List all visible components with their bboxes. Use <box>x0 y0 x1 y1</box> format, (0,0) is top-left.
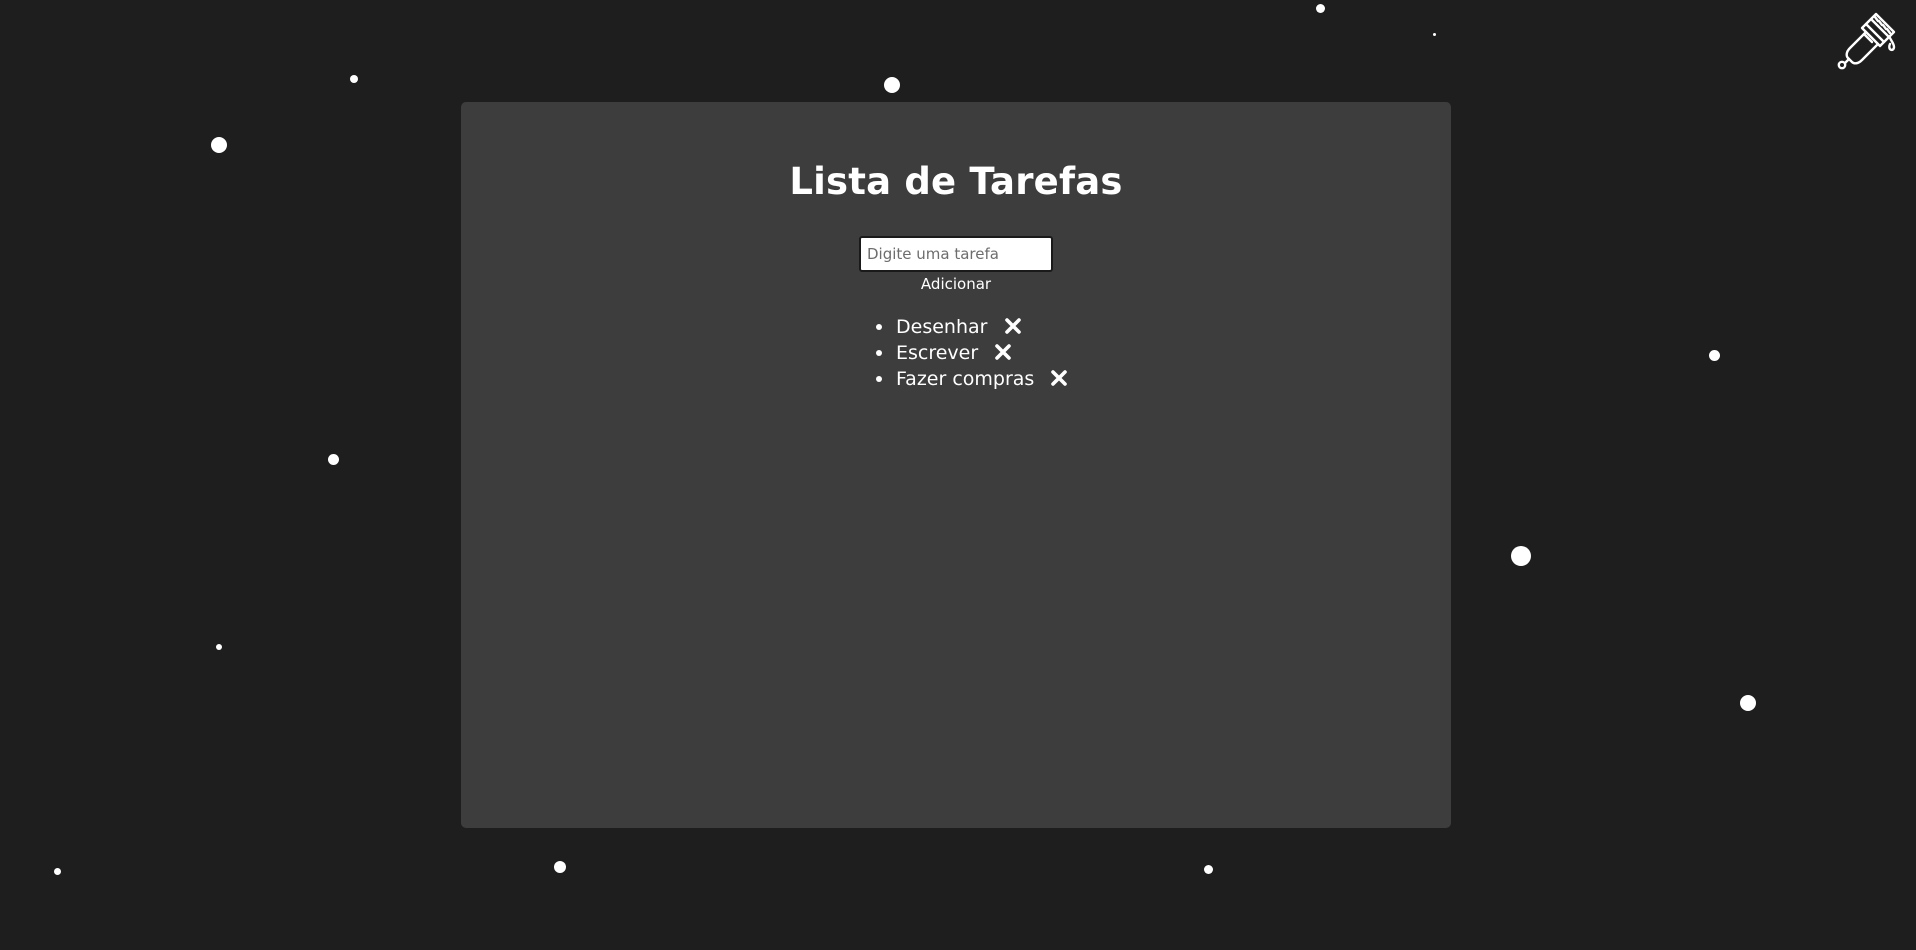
task-label: Fazer compras <box>896 368 1035 390</box>
add-task-button-label: Adicionar <box>920 275 992 293</box>
star-icon <box>328 454 339 465</box>
star-icon <box>1511 546 1531 566</box>
remove-task-button[interactable] <box>1004 316 1022 334</box>
bullet-icon <box>876 376 882 382</box>
remove-task-button[interactable] <box>1050 368 1068 386</box>
todo-panel: Lista de Tarefas Adicionar Desenhar Escr… <box>461 102 1451 828</box>
star-icon <box>211 137 227 153</box>
bullet-icon <box>876 350 882 356</box>
star-icon <box>1433 33 1436 36</box>
star-icon <box>54 868 61 875</box>
star-icon <box>350 75 358 83</box>
task-item: Fazer compras <box>876 366 1068 392</box>
star-icon <box>1204 865 1213 874</box>
paint-brush-icon <box>1837 12 1896 70</box>
app-background: Lista de Tarefas Adicionar Desenhar Escr… <box>0 0 1916 950</box>
close-icon <box>995 343 1012 360</box>
page-title: Lista de Tarefas <box>789 160 1123 203</box>
close-icon <box>1004 317 1021 334</box>
close-icon <box>1051 369 1068 386</box>
task-item: Desenhar <box>876 314 1068 340</box>
task-item: Escrever <box>876 340 1068 366</box>
star-icon <box>216 644 222 650</box>
task-label: Escrever <box>896 342 979 364</box>
add-task-button[interactable]: Adicionar <box>461 272 1451 296</box>
task-label: Desenhar <box>896 316 988 338</box>
star-icon <box>884 77 900 93</box>
remove-task-button[interactable] <box>994 342 1012 360</box>
bullet-icon <box>876 324 882 330</box>
star-icon <box>1316 4 1325 13</box>
star-icon <box>1709 350 1720 361</box>
task-list: Desenhar Escrever Fazer compras <box>876 314 1068 392</box>
task-input[interactable] <box>859 236 1053 272</box>
star-icon <box>1740 695 1756 711</box>
star-icon <box>554 861 566 873</box>
theme-toggle-button[interactable] <box>1836 12 1896 72</box>
